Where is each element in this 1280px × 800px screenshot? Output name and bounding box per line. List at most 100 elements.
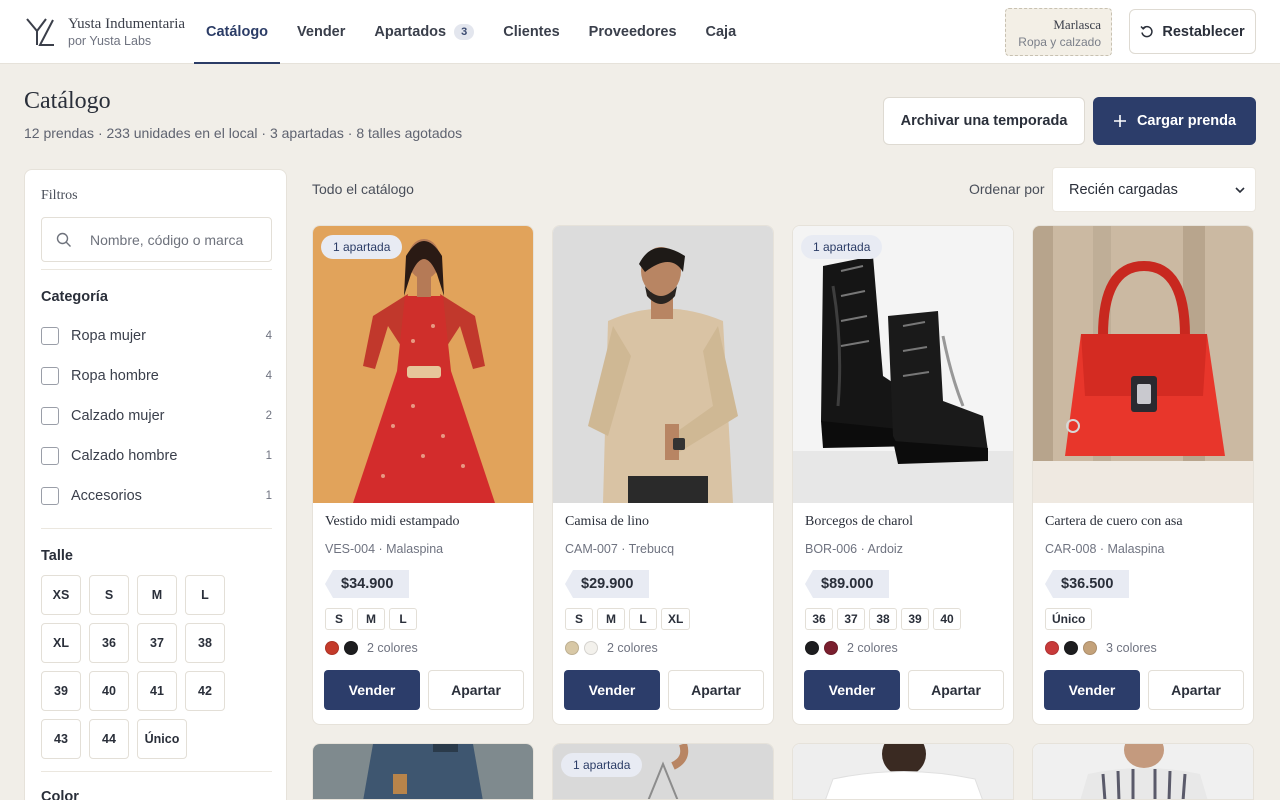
tab-apartados[interactable]: Apartados 3 [362, 0, 486, 64]
size-filter-42[interactable]: 42 [185, 671, 225, 711]
reserve-button[interactable]: Apartar [1148, 670, 1244, 710]
checkbox[interactable] [41, 447, 59, 465]
color-swatch [565, 641, 579, 655]
sell-button[interactable]: Vender [324, 670, 420, 710]
size-filter-41[interactable]: 41 [137, 671, 177, 711]
product-photo [1033, 744, 1253, 799]
size-chip: 38 [869, 608, 897, 630]
size-filter-xs[interactable]: XS [41, 575, 81, 615]
color-swatch [1083, 641, 1097, 655]
brand-name: Yusta Indumentaria [68, 16, 186, 32]
product-price-tag: $34.900 [325, 570, 410, 598]
product-card[interactable]: 1 apartada Borcegos de charol BOR-006 · … [792, 225, 1014, 725]
reserved-badge: 1 apartada [321, 235, 403, 259]
sort-value: Recién cargadas [1069, 181, 1178, 198]
size-chip: L [389, 608, 417, 630]
sort-select[interactable]: Recién cargadas [1052, 167, 1256, 212]
product-price-tag: $36.500 [1045, 570, 1130, 598]
product-card[interactable]: 1 apartada Vestido midi estampado VES-00… [312, 225, 534, 725]
category-ropa-hombre[interactable]: Ropa hombre 4 [41, 364, 272, 388]
search-input[interactable] [90, 226, 265, 254]
apartados-count-badge: 3 [454, 24, 475, 40]
sell-button[interactable]: Vender [1044, 670, 1140, 710]
product-sizes: S M L [325, 608, 421, 630]
tab-label: Vender [297, 24, 346, 40]
colors-count: 2 colores [847, 641, 898, 655]
size-chip: S [325, 608, 353, 630]
size-chip: XL [661, 608, 691, 630]
size-filter-m[interactable]: M [137, 575, 177, 615]
checkbox[interactable] [41, 327, 59, 345]
category-calzado-mujer[interactable]: Calzado mujer 2 [41, 404, 272, 428]
checkbox[interactable] [41, 407, 59, 425]
product-name: Borcegos de charol [805, 514, 914, 529]
product-card[interactable] [792, 743, 1014, 800]
size-filter-40[interactable]: 40 [89, 671, 129, 711]
category-label: Ropa hombre [71, 368, 159, 384]
product-card[interactable]: 1 apartada [552, 743, 774, 800]
size-heading: Talle [41, 548, 73, 564]
category-count: 4 [265, 370, 272, 382]
checkbox[interactable] [41, 367, 59, 385]
striped-shirt-illustration [1033, 744, 1253, 799]
product-photo: 1 apartada [313, 226, 533, 503]
sell-button[interactable]: Vender [804, 670, 900, 710]
tab-label: Catálogo [206, 24, 269, 40]
reset-button[interactable]: Restablecer [1129, 9, 1256, 54]
store-selector[interactable]: Marlasca Ropa y calzado [1005, 8, 1112, 56]
size-filter-43[interactable]: 43 [41, 719, 81, 759]
sell-button[interactable]: Vender [564, 670, 660, 710]
jeans-illustration [313, 744, 533, 799]
product-sizes: Único [1045, 608, 1096, 630]
tab-catalogo[interactable]: Catálogo [194, 0, 281, 64]
product-photo [793, 744, 1013, 799]
color-swatch [344, 641, 358, 655]
product-colors: 2 colores [805, 641, 898, 655]
color-swatch [1064, 641, 1078, 655]
product-sizes: 36 37 38 39 40 [805, 608, 965, 630]
boots-illustration [793, 226, 1013, 503]
tab-clientes[interactable]: Clientes [491, 0, 571, 64]
reserve-button[interactable]: Apartar [908, 670, 1004, 710]
upload-label: Cargar prenda [1136, 113, 1237, 129]
product-code: CAM-007 · Trebucq [565, 542, 675, 556]
tab-vender[interactable]: Vender [285, 0, 357, 64]
checkbox[interactable] [41, 487, 59, 505]
size-chip: 39 [901, 608, 929, 630]
size-filter-37[interactable]: 37 [137, 623, 177, 663]
reserve-button[interactable]: Apartar [428, 670, 524, 710]
upload-item-button[interactable]: Cargar prenda [1093, 97, 1256, 145]
reset-label: Restablecer [1162, 23, 1245, 40]
reserved-badge: 1 apartada [561, 753, 643, 777]
size-filter-l[interactable]: L [185, 575, 225, 615]
size-filter-xl[interactable]: XL [41, 623, 81, 663]
size-chip: 40 [933, 608, 961, 630]
category-label: Calzado mujer [71, 408, 165, 424]
product-card[interactable] [1032, 743, 1254, 800]
size-filter-s[interactable]: S [89, 575, 129, 615]
color-swatch [584, 641, 598, 655]
main-nav: Catálogo Vender Apartados 3 Clientes Prov… [194, 0, 753, 64]
size-filter-44[interactable]: 44 [89, 719, 129, 759]
size-filter-36[interactable]: 36 [89, 623, 129, 663]
filters-panel: Filtros Categoría Ropa mujer 4 Ropa hombr… [24, 169, 287, 800]
category-accesorios[interactable]: Accesorios 1 [41, 484, 272, 508]
reserve-button[interactable]: Apartar [668, 670, 764, 710]
size-filter-38[interactable]: 38 [185, 623, 225, 663]
category-label: Ropa mujer [71, 328, 146, 344]
tab-caja[interactable]: Caja [694, 0, 749, 64]
product-card[interactable] [312, 743, 534, 800]
category-calzado-hombre[interactable]: Calzado hombre 1 [41, 444, 272, 468]
tab-proveedores[interactable]: Proveedores [577, 0, 689, 64]
tab-label: Proveedores [588, 24, 677, 40]
category-ropa-mujer[interactable]: Ropa mujer 4 [41, 324, 272, 348]
product-card[interactable]: Camisa de lino CAM-007 · Trebucq $29.900… [552, 225, 774, 725]
size-chip: S [565, 608, 593, 630]
product-card[interactable]: Cartera de cuero con asa CAR-008 · Malas… [1032, 225, 1254, 725]
handbag-illustration [1033, 226, 1253, 503]
divider [41, 528, 272, 529]
size-filter-unico[interactable]: Único [137, 719, 187, 759]
size-filter-39[interactable]: 39 [41, 671, 81, 711]
category-label: Accesorios [71, 488, 142, 504]
archive-season-button[interactable]: Archivar una temporada [883, 97, 1085, 145]
